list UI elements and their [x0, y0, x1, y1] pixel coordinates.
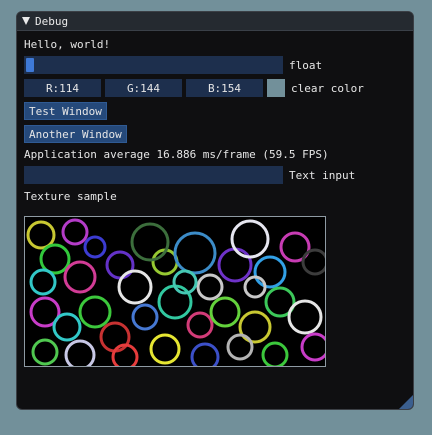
stats-row: Application average 16.886 ms/frame (59.… [24, 148, 329, 161]
test-window-button[interactable]: Test Window [24, 102, 107, 120]
color-g-field[interactable]: G:144 [105, 79, 182, 97]
clear-color-label: clear color [291, 81, 364, 95]
float-slider[interactable] [24, 56, 283, 74]
text-input-row: Text input [24, 166, 355, 184]
texture-label-row: Texture sample [24, 190, 117, 203]
window-title: Debug [35, 14, 69, 28]
texture-sample-image [24, 216, 326, 367]
color-b-field[interactable]: B:154 [186, 79, 263, 97]
another-window-button[interactable]: Another Window [24, 125, 127, 143]
text-input-label: Text input [289, 168, 356, 182]
hello-text: Hello, world! [24, 38, 111, 51]
clear-color-row: R:114 G:144 B:154 clear color [24, 79, 364, 97]
texture-circles [26, 218, 325, 366]
window-titlebar[interactable]: Debug [17, 12, 413, 31]
debug-window: Debug Hello, world! float R:114 G:144 B:… [16, 11, 414, 410]
texture-sample-label: Texture sample [24, 190, 117, 203]
slider-grab[interactable] [26, 58, 34, 72]
float-label: float [289, 58, 323, 72]
resize-grip-icon[interactable] [399, 395, 413, 409]
color-r-field[interactable]: R:114 [24, 79, 101, 97]
color-swatch[interactable] [267, 79, 285, 97]
float-row: float [24, 56, 322, 74]
fps-stats-text: Application average 16.886 ms/frame (59.… [24, 148, 329, 161]
text-input-field[interactable] [24, 166, 283, 184]
test-window-row: Test Window [24, 102, 107, 120]
hello-row: Hello, world! [24, 38, 110, 51]
another-window-row: Another Window [24, 125, 127, 143]
collapse-arrow-icon[interactable] [22, 17, 30, 25]
